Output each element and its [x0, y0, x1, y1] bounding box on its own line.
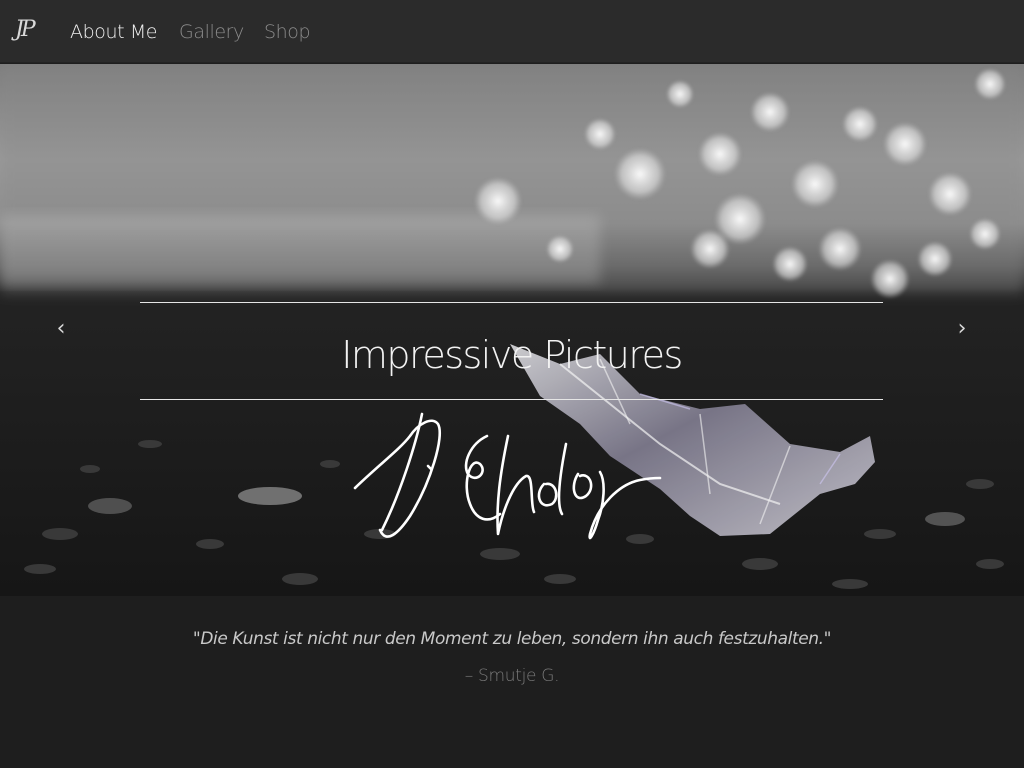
carousel-prev-button[interactable]: ‹ — [46, 314, 76, 344]
nav-link-shop[interactable]: Shop — [264, 18, 311, 46]
nav-link-about-me[interactable]: About Me — [70, 18, 158, 46]
quote-text: "Die Kunst ist nicht nur den Moment zu l… — [192, 629, 832, 649]
carousel-caption-title: Impressive Pictures — [341, 333, 683, 377]
carousel-next-button[interactable]: › — [947, 314, 977, 344]
chevron-left-icon: ‹ — [56, 316, 66, 341]
hero-carousel: Impressive Pictures ‹ › — [0, 64, 1024, 596]
caption-bottom-rule — [140, 399, 883, 400]
nav-link-gallery[interactable]: Gallery — [179, 18, 244, 46]
brand-logo[interactable]: JP — [15, 13, 36, 47]
quote-author: – Smutje G. — [464, 666, 560, 686]
chevron-right-icon: › — [957, 316, 967, 341]
navbar: JP About Me Gallery Shop — [0, 0, 1024, 63]
caption-top-rule — [140, 302, 883, 303]
